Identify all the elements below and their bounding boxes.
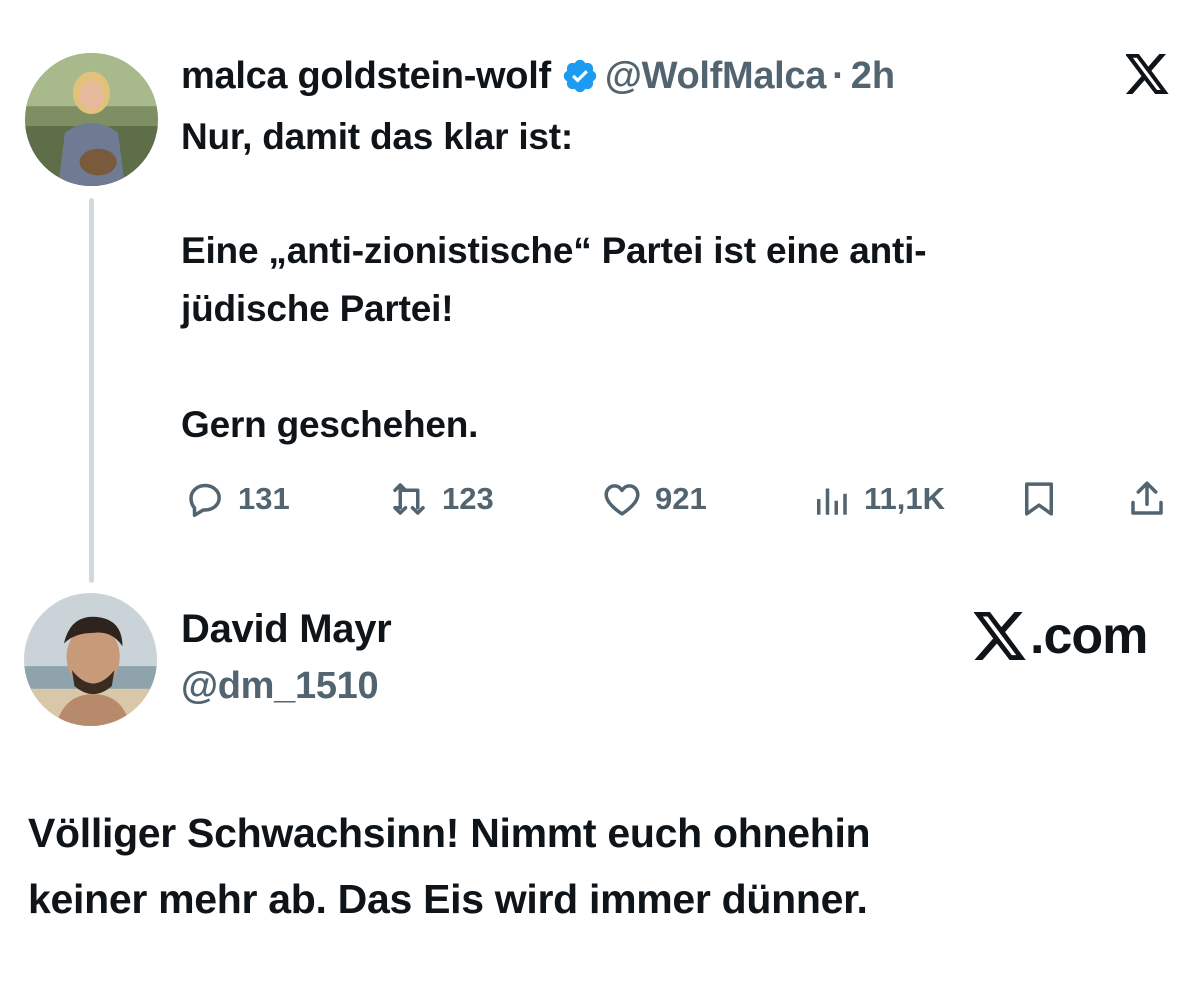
thread-line: [89, 198, 94, 583]
x-com-brand: .com: [974, 607, 1148, 665]
tweet-text-line-3: jüdische Partei!: [181, 288, 454, 329]
reply-text-line-2: keiner mehr ab. Das Eis wird immer dünne…: [28, 876, 868, 922]
author-name[interactable]: malca goldstein-wolf: [181, 55, 551, 98]
verified-badge-icon: [561, 57, 599, 95]
tweet-header: malca goldstein-wolf @WolfMalca · 2h: [181, 48, 895, 104]
repost-count: 123: [442, 481, 494, 516]
x-logo-icon: [974, 612, 1026, 660]
tweet-text-line-2: Eine „anti-zionistische“ Partei ist eine…: [181, 230, 927, 271]
avatar-david[interactable]: [24, 593, 157, 726]
reply-user-name[interactable]: David Mayr: [181, 607, 392, 652]
views-count: 11,1K: [864, 481, 946, 516]
reply-button[interactable]: 131: [184, 474, 290, 524]
timestamp[interactable]: 2h: [851, 55, 895, 98]
reply-user-handle[interactable]: @dm_1510: [181, 665, 379, 708]
avatar-photo: [24, 593, 157, 726]
views-icon: [817, 488, 847, 515]
brand-domain-text: .com: [1030, 607, 1148, 665]
like-count: 921: [655, 481, 707, 516]
like-button[interactable]: 921: [601, 474, 707, 524]
like-icon: [604, 484, 640, 516]
avatar-photo: [25, 53, 158, 186]
repost-icon: [393, 483, 425, 515]
author-handle[interactable]: @WolfMalca: [605, 55, 827, 98]
bookmark-icon[interactable]: [1018, 476, 1060, 522]
reply-text-line-1: Völliger Schwachsinn! Nimmt euch ohnehin: [28, 810, 871, 856]
repost-button[interactable]: 123: [388, 474, 494, 524]
separator-dot: ·: [832, 54, 845, 97]
share-icon[interactable]: [1126, 476, 1168, 522]
reply-icon: [189, 483, 221, 518]
x-logo-icon[interactable]: [1125, 54, 1170, 94]
tweet-text-line-1: Nur, damit das klar ist:: [181, 116, 574, 157]
tweet-text-line-4: Gern geschehen.: [181, 404, 479, 445]
avatar-malca[interactable]: [25, 53, 158, 186]
reply-count: 131: [238, 481, 290, 516]
views-button[interactable]: 11,1K: [810, 474, 945, 524]
